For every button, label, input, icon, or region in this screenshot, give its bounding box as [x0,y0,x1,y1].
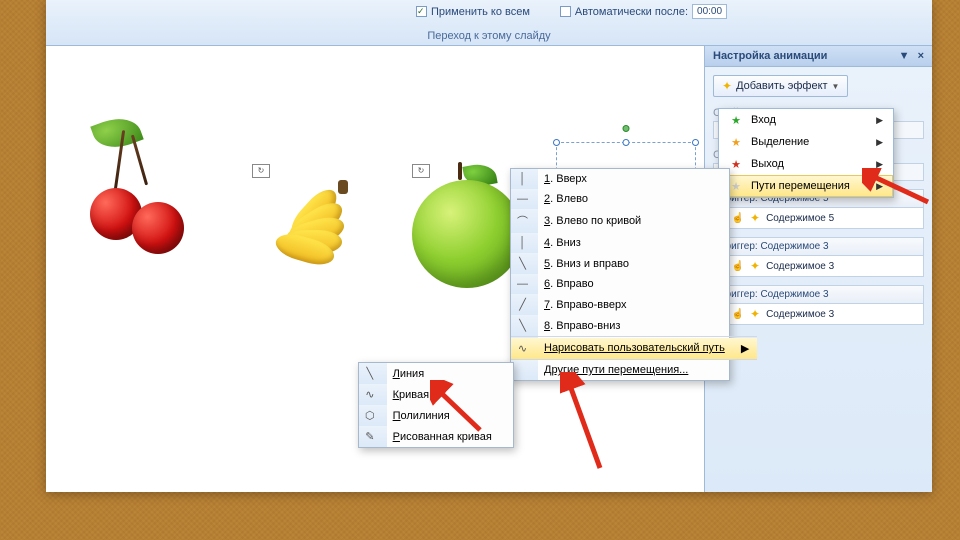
path-direction-icon: │ [519,237,526,249]
path-item-label: Вниз [556,237,581,249]
ribbon-bar: Применить ко всем Автоматически после: 0… [46,0,932,46]
path-item-label: Вправо-вниз [556,320,620,332]
resize-handle[interactable] [623,139,630,146]
draw-menu-item[interactable]: ∿ Кривая [359,384,504,405]
submenu-arrow-icon: ▶ [876,137,883,148]
path-menu-item[interactable]: ╱ 7. Вправо-вверх [511,294,757,315]
path-item-label: Вверх [556,173,587,185]
auto-after-label: Автоматически после: [575,6,688,18]
draw-menu-item[interactable]: ✎ Рисованная кривая [359,426,504,447]
draw-menu-item[interactable]: ⬡ Полилиния [359,405,504,426]
shape-icon: ⬡ [365,410,375,422]
apply-all-checkbox[interactable]: Применить ко всем [416,6,530,18]
path-menu-item[interactable]: │ 1. Вверх [511,169,757,189]
shape-icon: ✎ [365,431,374,443]
resize-handle[interactable] [692,139,699,146]
draw-item-label: К [393,389,399,401]
draw-item-label: Л [393,368,400,380]
path-direction-icon: ╱ [519,299,526,311]
chevron-down-icon: ▼ [832,82,840,91]
effect-menu-label: Вход [751,114,776,126]
star-icon: ★ [729,135,743,149]
trigger-item-label: Содержимое 5 [766,213,834,224]
image-bananas[interactable] [236,174,386,294]
wave-icon: ∿ [518,343,527,355]
cherry-fruit [132,202,184,254]
effect-menu-item[interactable]: ★ Вход ▶ [719,109,893,131]
custom-path-label: Нарисовать пользовательский путь [544,342,725,354]
apply-all-label: Применить ко всем [431,6,530,18]
add-effect-button[interactable]: ✦ Добавить эффект ▼ [713,75,848,97]
trigger-item-label: Содержимое 3 [766,309,834,320]
cherry-stem [131,135,148,186]
trigger-item-label: Содержимое 3 [766,261,834,272]
path-menu-item[interactable]: ╲ 5. Вниз и вправо [511,253,757,274]
auto-time-field[interactable]: 00:00 [692,4,727,19]
add-effect-label: Добавить эффект [736,80,827,92]
path-direction-icon: ╲ [519,320,526,332]
path-item-label: Влево по кривой [556,215,641,227]
draw-item-label: П [393,410,401,422]
path-item-number: 4 [544,237,550,249]
auto-after-checkbox[interactable]: Автоматически после: 00:00 [560,4,727,19]
submenu-arrow-icon: ▶ [876,115,883,126]
pane-header: Настройка анимации ▼ × [705,46,932,67]
star-icon: ✦ [722,79,732,93]
path-menu-item[interactable]: ⌒ 3. Влево по кривой [511,209,757,233]
path-item-label: Влево [556,193,588,205]
submenu-arrow-icon: ▶ [876,181,883,192]
path-direction-icon: ╲ [519,258,526,270]
path-direction-icon: ⌒ [517,216,528,228]
submenu-arrow-icon: ▶ [876,159,883,170]
ribbon-group-title: Переход к этому слайду [46,30,932,42]
path-direction-icon: — [517,278,528,290]
menu-item-more-paths[interactable]: Другие пути перемещения... [511,360,757,380]
pane-title: Настройка анимации [713,50,827,62]
effect-menu-label: Выделение [751,136,809,148]
path-menu-item[interactable]: ╲ 8. Вправо-вниз [511,315,757,337]
path-menu-item[interactable]: │ 4. Вниз [511,233,757,253]
shape-icon: ∿ [365,389,374,401]
rotate-handle[interactable] [623,125,630,132]
more-paths-label: Другие пути перемещения... [544,364,688,376]
resize-handle[interactable] [553,139,560,146]
effect-menu-item[interactable]: ★ Выделение ▶ [719,131,893,153]
effect-menu-label: Пути перемещения [751,180,850,192]
path-item-number: 8 [544,320,550,332]
path-item-label: Вправо-вверх [556,299,626,311]
draw-item-label: Р [393,431,400,443]
menu-item-custom-path[interactable]: ∿ Нарисовать пользовательский путь ▶ [511,338,757,360]
pane-menu-icon[interactable]: ▼ [899,50,910,62]
path-menu-item[interactable]: — 6. Вправо [511,274,757,294]
path-direction-icon: — [517,193,528,205]
path-item-number: 2 [544,193,550,205]
checkbox-icon [560,6,571,17]
draw-path-submenu: ╲ Линия∿ Кривая⬡ Полилиния✎ Рисованная к… [358,362,514,448]
path-item-number: 3 [544,215,550,227]
star-icon: ★ [729,113,743,127]
path-item-number: 7 [544,299,550,311]
path-item-label: Вниз и вправо [556,258,629,270]
shape-icon: ╲ [366,368,373,380]
path-item-number: 6 [544,278,550,290]
close-icon[interactable]: × [918,50,924,62]
draw-menu-item[interactable]: ╲ Линия [359,363,504,384]
path-item-number: 1 [544,173,550,185]
path-item-label: Вправо [556,278,593,290]
motion-path-menu: │ 1. Вверх — 2. Влево ⌒ 3. Влево по крив… [510,168,730,381]
path-item-number: 5 [544,258,550,270]
path-menu-item[interactable]: — 2. Влево [511,189,757,209]
image-cherry[interactable] [76,124,196,274]
path-direction-icon: │ [519,173,526,185]
checkbox-icon [416,6,427,17]
